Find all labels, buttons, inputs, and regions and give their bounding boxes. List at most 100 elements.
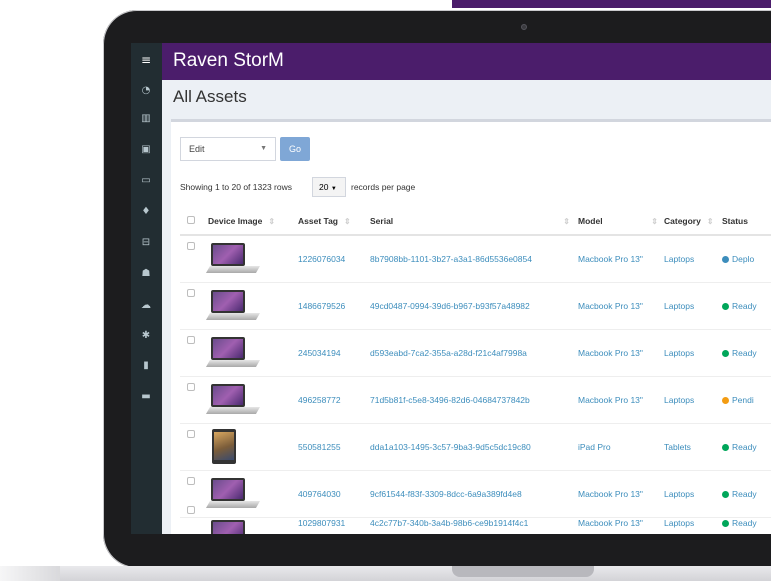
asset-tag-link[interactable]: 245034194 <box>298 329 370 377</box>
barcode-icon[interactable]: ▥ <box>139 112 153 126</box>
consumable-icon[interactable]: ♦ <box>139 205 153 219</box>
model-link[interactable]: iPad Pro <box>578 423 664 471</box>
col-asset-tag[interactable]: Asset Tag ⇕ <box>298 207 370 236</box>
serial-link[interactable]: dda1a103-1495-3c57-9ba3-9d5c5dc19c80 <box>370 423 578 471</box>
serial-link[interactable]: 9cf61544-f83f-3309-8dcc-6a9a389fd4e8 <box>370 470 578 518</box>
bulk-action-select[interactable]: Edit ▼ <box>180 137 276 161</box>
col-model[interactable]: Model ⇕ <box>578 207 664 236</box>
col-category[interactable]: Category ⇕ <box>664 207 722 236</box>
category-link[interactable]: Laptops <box>664 376 722 424</box>
device-image[interactable] <box>205 241 261 277</box>
status-label: Ready <box>732 441 757 452</box>
status-cell[interactable]: Ready <box>722 423 771 471</box>
col-device-image-label: Device Image <box>208 215 263 226</box>
serial-link[interactable]: 49cd0487-0994-39d6-b967-b93f57a48982 <box>370 282 578 330</box>
row-select-cell <box>180 423 208 471</box>
model-link[interactable]: Macbook Pro 13" <box>578 470 664 518</box>
dashboard-icon[interactable]: ◔ <box>139 84 153 98</box>
model-link[interactable]: Macbook Pro 13" <box>578 235 664 283</box>
model-link[interactable]: Macbook Pro 13" <box>578 376 664 424</box>
row-checkbox[interactable] <box>187 382 195 391</box>
laptop-keyboard-icon <box>205 265 261 273</box>
col-serial[interactable]: Serial ⇕ <box>370 207 578 236</box>
device-image[interactable] <box>208 518 258 534</box>
status-dot-icon <box>722 396 729 404</box>
asset-tag-link[interactable]: 1486679526 <box>298 282 370 330</box>
select-all-checkbox[interactable] <box>187 215 195 224</box>
device-image[interactable] <box>205 476 261 512</box>
sort-icon: ⇕ <box>706 216 714 226</box>
row-checkbox[interactable] <box>187 288 195 297</box>
go-button[interactable]: Go <box>280 137 310 161</box>
status-label: Ready <box>732 517 757 528</box>
model-link[interactable]: Macbook Pro 13" <box>578 282 664 330</box>
brand-name[interactable]: Raven StorM <box>173 50 284 72</box>
status-cell[interactable]: Ready <box>722 470 771 518</box>
bulk-action-value: Edit <box>189 144 205 154</box>
asset-tag-link[interactable]: 1029807931 <box>298 517 370 534</box>
status-cell[interactable]: Pendi <box>722 376 771 424</box>
row-checkbox[interactable] <box>187 241 195 250</box>
row-checkbox[interactable] <box>187 505 195 514</box>
row-checkbox[interactable] <box>187 429 195 438</box>
device-image[interactable] <box>205 335 261 371</box>
laptop-screen-icon <box>211 383 245 407</box>
device-image[interactable] <box>212 428 240 465</box>
category-link[interactable]: Laptops <box>664 329 722 377</box>
component-icon[interactable]: ⊟ <box>139 236 153 250</box>
settings-icon[interactable]: ✱ <box>139 329 153 343</box>
table-row[interactable]: 1486679526 49cd0487-0994-39d6-b967-b93f57… <box>180 282 771 330</box>
per-page-label: records per page <box>351 182 416 192</box>
serial-link[interactable]: 8b7908bb-1101-3b27-a3a1-86d5536e0854 <box>370 235 578 283</box>
row-select-cell <box>180 376 208 424</box>
col-category-label: Category <box>664 215 701 226</box>
asset-tag-link[interactable]: 1226076034 <box>298 235 370 283</box>
table-row[interactable]: 1226076034 8b7908bb-1101-3b27-a3a1-86d553… <box>180 235 771 283</box>
table-row[interactable]: 409764030 9cf61544-f83f-3309-8dcc-6a9a389… <box>180 470 771 518</box>
row-checkbox[interactable] <box>187 335 195 344</box>
row-checkbox[interactable] <box>187 476 195 485</box>
menu-icon[interactable]: ≡ <box>139 53 153 67</box>
per-page-value: 20 <box>319 182 329 192</box>
serial-link[interactable]: 71d5b81f-c5e8-3496-82d6-04684737842b <box>370 376 578 424</box>
laptop-screen-icon <box>211 336 245 360</box>
col-status[interactable]: Status <box>722 207 771 236</box>
col-model-label: Model <box>578 215 603 226</box>
status-cell[interactable]: Ready <box>722 282 771 330</box>
category-link[interactable]: Tablets <box>664 423 722 471</box>
category-link[interactable]: Laptops <box>664 517 722 534</box>
status-label: Ready <box>732 347 757 358</box>
model-link[interactable]: Macbook Pro 13" <box>578 517 664 534</box>
cloud-icon[interactable]: ☁ <box>139 299 153 313</box>
category-link[interactable]: Laptops <box>664 282 722 330</box>
table-row[interactable]: 1029807931 4c2c77b7-340b-3a4b-98b6-ce9b19… <box>180 505 771 534</box>
sort-icon: ⇕ <box>268 216 276 226</box>
reports-icon[interactable]: ▮ <box>139 359 153 373</box>
row-select-cell <box>180 282 208 330</box>
col-device-image[interactable]: Device Image ⇕ <box>208 207 298 236</box>
table-row[interactable]: 550581255 dda1a103-1495-3c57-9ba3-9d5c5dc… <box>180 423 771 471</box>
row-select-cell <box>180 505 208 534</box>
asset-tag-link[interactable]: 409764030 <box>298 470 370 518</box>
per-page-select[interactable]: 20 ▼ <box>312 177 346 197</box>
serial-link[interactable]: 4c2c77b7-340b-3a4b-98b6-ce9b1914f4c1 <box>370 517 578 534</box>
keyboard-icon[interactable]: ▭ <box>139 174 153 188</box>
category-link[interactable]: Laptops <box>664 235 722 283</box>
asset-tag-link[interactable]: 550581255 <box>298 423 370 471</box>
users-icon[interactable]: ☗ <box>139 267 153 281</box>
status-cell[interactable]: Ready <box>722 329 771 377</box>
asset-tag-link[interactable]: 496258772 <box>298 376 370 424</box>
status-cell[interactable]: Deplo <box>722 235 771 283</box>
device-image[interactable] <box>205 382 261 418</box>
status-cell[interactable]: Ready <box>722 517 771 534</box>
serial-link[interactable]: d593eabd-7ca2-355a-a28d-f21c4af7998a <box>370 329 578 377</box>
table-header-row: Device Image ⇕ Asset Tag ⇕ Serial ⇕ Model ⇕ … <box>180 207 771 236</box>
model-link[interactable]: Macbook Pro 13" <box>578 329 664 377</box>
laptop-icon[interactable]: ▬ <box>139 390 153 404</box>
assets-table: Device Image ⇕ Asset Tag ⇕ Serial ⇕ Model ⇕ … <box>180 207 771 534</box>
table-row[interactable]: 245034194 d593eabd-7ca2-355a-a28d-f21c4af… <box>180 329 771 377</box>
license-icon[interactable]: ▣ <box>139 143 153 157</box>
category-link[interactable]: Laptops <box>664 470 722 518</box>
table-row[interactable]: 496258772 71d5b81f-c5e8-3496-82d6-0468473… <box>180 376 771 424</box>
device-image[interactable] <box>205 288 261 324</box>
